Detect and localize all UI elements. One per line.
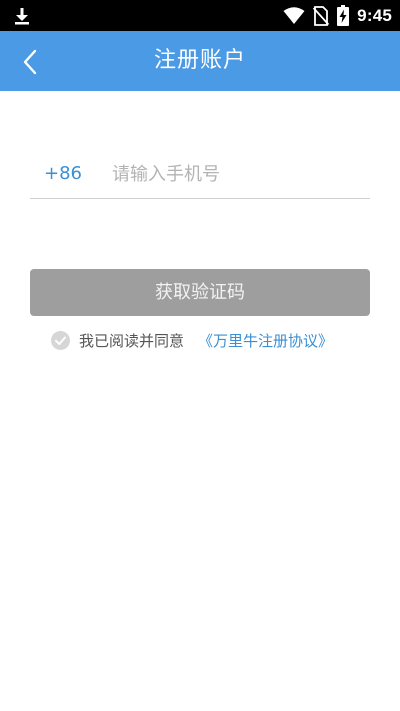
download-icon [15,8,29,25]
country-code[interactable]: +86 [44,150,82,198]
agreement-checkbox[interactable] [51,330,70,350]
status-icons: 9:45 [283,0,392,31]
wifi-icon [283,6,305,24]
agreement-text: 我已阅读并同意 [79,331,185,350]
no-sim-icon [313,5,330,26]
battery-charging-icon [337,5,350,26]
status-bar: 9:45 [0,0,400,31]
app-bar: 注册账户 [0,31,400,91]
agreement-link[interactable]: 《万里牛注册协议》 [198,330,333,351]
status-time: 9:45 [357,5,392,25]
get-verification-code-button[interactable]: 获取验证码 [30,269,370,316]
page-title: 注册账户 [153,48,246,73]
phone-input[interactable] [112,156,362,192]
agreement-row: 我已阅读并同意 《万里牛注册协议》 [51,328,333,352]
phone-field-row: +86 [30,150,370,199]
